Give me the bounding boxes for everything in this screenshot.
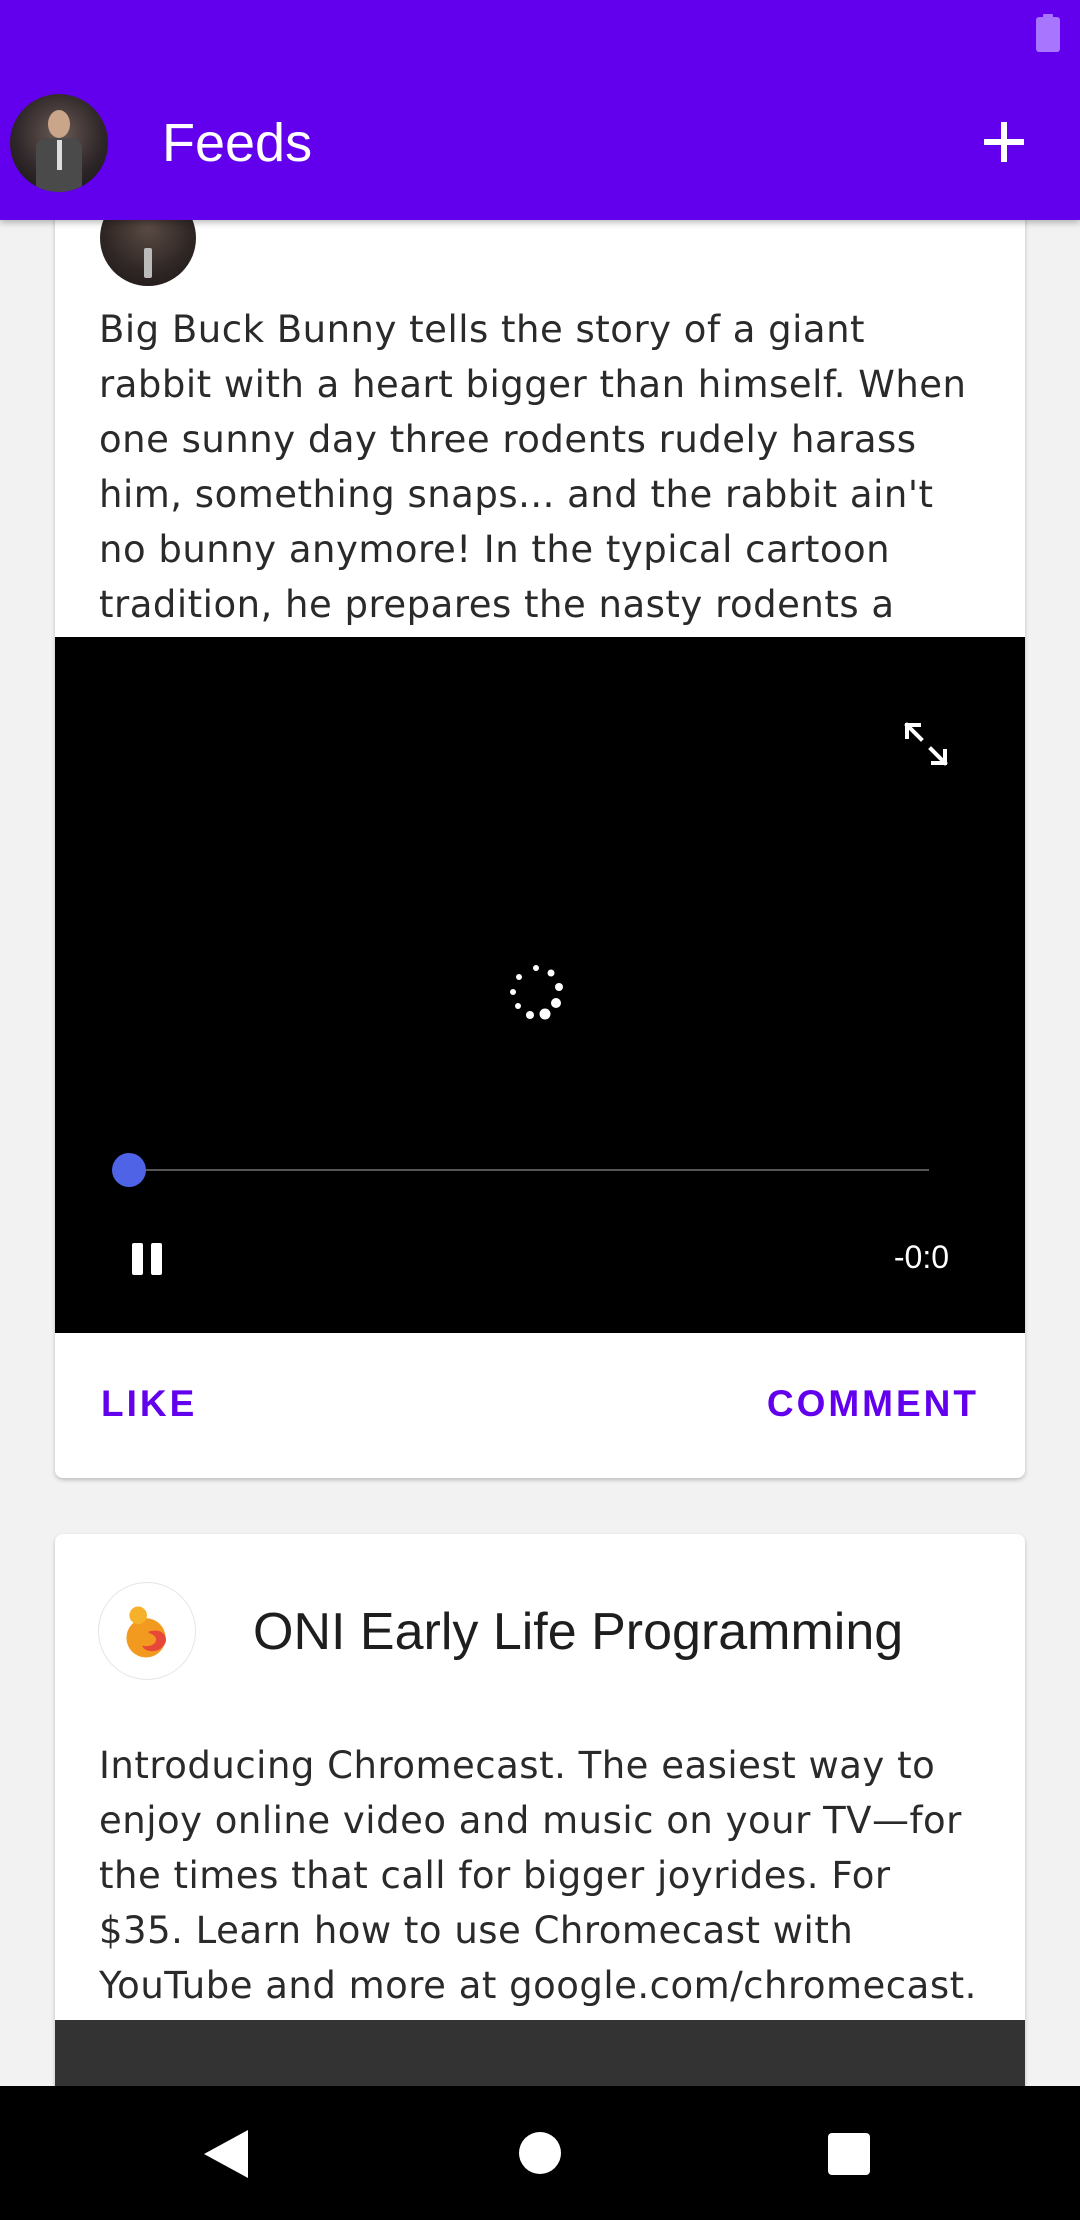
feeds-screen: Big Buck Bunny tells the story of a gian… xyxy=(0,0,1080,2220)
like-button[interactable]: LIKE xyxy=(101,1383,197,1425)
time-remaining: -0:0 xyxy=(893,1239,949,1275)
loading-spinner-icon xyxy=(510,965,563,1020)
pause-button[interactable] xyxy=(129,1241,165,1277)
page-title: Feeds xyxy=(162,113,313,173)
video-player[interactable] xyxy=(55,2020,1025,2086)
fullscreen-icon[interactable] xyxy=(899,717,953,771)
post-author-name: ONI Early Life Programming xyxy=(253,1603,904,1661)
pause-icon xyxy=(132,1243,143,1275)
plus-icon[interactable] xyxy=(980,118,1028,166)
battery-icon xyxy=(1036,14,1060,52)
app-bar: Feeds xyxy=(0,0,1080,220)
comment-button[interactable]: COMMENT xyxy=(767,1383,979,1425)
oni-logo-avatar[interactable] xyxy=(98,1582,196,1680)
recents-square-icon[interactable] xyxy=(828,2133,870,2175)
system-nav-bar xyxy=(0,2086,1080,2220)
post-text: Introducing Chromecast. The easiest way … xyxy=(99,1744,977,2007)
post-card: ONI Early Life Programming Introducing C… xyxy=(55,1534,1025,2086)
pause-icon xyxy=(151,1243,162,1275)
back-triangle-icon[interactable] xyxy=(204,2130,248,2178)
home-circle-icon[interactable] xyxy=(519,2132,561,2174)
post-actions: LIKE COMMENT xyxy=(55,1333,1025,1478)
seek-bar-thumb[interactable] xyxy=(112,1153,146,1187)
video-player[interactable]: -0:0 xyxy=(55,637,1025,1333)
post-card: Big Buck Bunny tells the story of a gian… xyxy=(55,130,1025,1478)
post-text: Big Buck Bunny tells the story of a gian… xyxy=(99,308,967,681)
seek-bar[interactable] xyxy=(129,1169,929,1171)
profile-avatar[interactable] xyxy=(10,94,108,192)
feed-list[interactable]: Big Buck Bunny tells the story of a gian… xyxy=(0,0,1080,2086)
